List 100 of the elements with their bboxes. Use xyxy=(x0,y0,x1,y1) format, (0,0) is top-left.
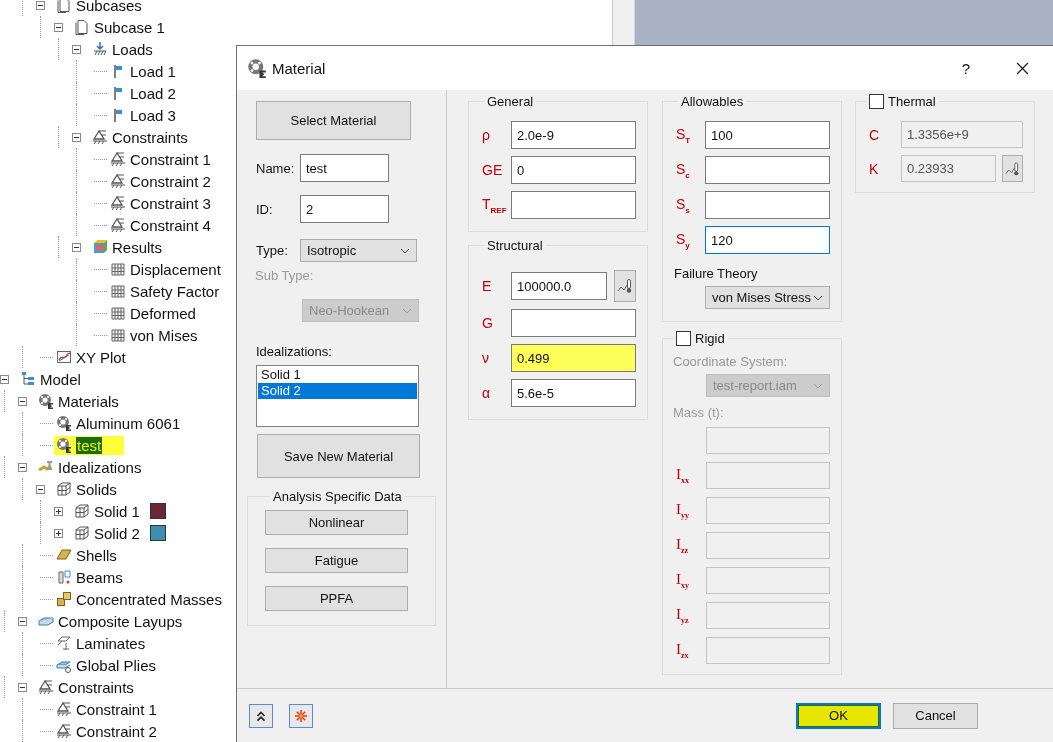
expand-toggle[interactable] xyxy=(72,44,81,54)
input-field[interactable] xyxy=(705,191,830,219)
expand-toggle[interactable] xyxy=(36,0,45,10)
tree-item[interactable]: Constraint 2 xyxy=(108,171,215,191)
temperature-table-button[interactable] xyxy=(1002,155,1023,182)
hierarchy-icon xyxy=(20,371,36,387)
expand-toggle[interactable] xyxy=(54,506,63,516)
caret-icon xyxy=(813,382,823,389)
tree-item[interactable]: Constraint 3 xyxy=(108,193,215,213)
line-chart-icon xyxy=(56,349,72,365)
symbol-label: GE xyxy=(481,162,504,178)
expand-toggle[interactable] xyxy=(36,484,45,494)
tree-item[interactable]: Constraints xyxy=(36,677,138,697)
tree-item[interactable]: Shells xyxy=(54,545,121,565)
tree-item[interactable]: Composite Layups xyxy=(36,611,187,631)
checkbox[interactable] xyxy=(676,331,691,346)
expand-toggle[interactable] xyxy=(18,682,27,692)
close-icon[interactable] xyxy=(1016,61,1029,75)
input-field[interactable]: 0 xyxy=(511,156,636,184)
checkbox-label: Rigid xyxy=(695,331,725,346)
symbol-label: E xyxy=(481,278,493,294)
tree-item[interactable]: Solid 1 xyxy=(72,501,144,521)
tree-item[interactable]: Deformed xyxy=(108,303,200,323)
tree-item[interactable]: Solid 2 xyxy=(72,523,144,543)
save-material-button[interactable]: Save New Material xyxy=(257,434,420,478)
color-cube-icon xyxy=(92,239,108,255)
symbol-label: I$_{zz}$ xyxy=(675,536,690,555)
tree-item[interactable]: test xyxy=(54,435,125,455)
input-field[interactable]: 120 xyxy=(705,226,830,254)
support-icon xyxy=(38,679,54,695)
type-dropdown[interactable]: Isotropic xyxy=(300,239,417,262)
tree-item[interactable]: Laminates xyxy=(54,633,150,653)
tree-item[interactable]: Load 1 xyxy=(108,61,180,81)
sphere-icon xyxy=(247,58,267,78)
tree-item[interactable]: Constraint 2 xyxy=(54,721,161,741)
expand-toggle[interactable] xyxy=(18,462,27,472)
tree-item[interactable]: Results xyxy=(90,237,167,257)
failure-theory-dropdown[interactable]: von Mises Stress xyxy=(705,286,830,309)
expand-toggle[interactable] xyxy=(18,396,27,406)
select-material-button[interactable]: Select Material xyxy=(256,101,411,140)
analysis-button[interactable]: Fatigue xyxy=(265,548,408,573)
dialog-button[interactable]: Cancel xyxy=(893,702,978,729)
tree-item[interactable]: Model xyxy=(18,369,85,389)
input-field[interactable] xyxy=(511,309,636,337)
expand-toggle[interactable] xyxy=(72,132,81,142)
symbol-label: I$_{yz}$ xyxy=(675,606,690,625)
plate-icon xyxy=(56,547,72,563)
expand-toggle[interactable] xyxy=(0,374,9,384)
tree-item[interactable]: Displacement xyxy=(108,259,225,279)
temperature-table-button[interactable] xyxy=(614,270,636,302)
symbol-label: K xyxy=(868,160,880,177)
input-field[interactable]: 2 xyxy=(300,195,389,223)
wireframe-cube-icon xyxy=(74,503,90,519)
analysis-button[interactable]: PPFA xyxy=(265,586,408,611)
input-field[interactable]: 100000.0 xyxy=(511,272,607,300)
tree-item[interactable]: Loads xyxy=(90,39,157,59)
field-label: Idealizations: xyxy=(256,344,332,359)
tree-item[interactable]: XY Plot xyxy=(54,347,130,367)
input-field[interactable] xyxy=(705,156,830,184)
expand-toggle[interactable] xyxy=(72,242,81,252)
tree-item[interactable]: Global Plies xyxy=(54,655,161,675)
expand-toggle[interactable] xyxy=(54,22,63,32)
tree-item[interactable]: Constraints xyxy=(90,127,192,147)
caret-icon xyxy=(402,307,412,314)
collapse-button[interactable] xyxy=(249,703,273,728)
tree-item[interactable]: von Mises xyxy=(108,325,202,345)
expand-toggle[interactable] xyxy=(18,616,27,626)
support-icon xyxy=(110,217,126,233)
tree-item[interactable]: Safety Factor xyxy=(108,281,224,301)
tree-item[interactable]: Load 2 xyxy=(108,83,180,103)
input-field[interactable]: test xyxy=(300,154,389,182)
tree-item[interactable]: Materials xyxy=(36,391,123,411)
list-item[interactable]: Solid 1 xyxy=(258,367,417,383)
tree-item[interactable]: Constraint 4 xyxy=(108,215,215,235)
input-field[interactable]: 5.6e-5 xyxy=(511,379,636,407)
input-field[interactable]: 0.499 xyxy=(511,344,636,372)
tree-item[interactable]: Subcase 1 xyxy=(72,17,169,37)
grid-icon xyxy=(110,283,126,299)
tree-item[interactable]: Constraint 1 xyxy=(108,149,215,169)
input-field[interactable] xyxy=(511,191,636,219)
checkbox[interactable] xyxy=(869,94,884,109)
symbol-label: ν xyxy=(481,350,490,366)
expand-toggle[interactable] xyxy=(54,528,63,538)
list-item[interactable]: Solid 2 xyxy=(258,383,417,399)
tree-item[interactable]: Subcases xyxy=(54,0,146,15)
input-field[interactable]: 100 xyxy=(705,121,830,149)
reset-button[interactable] xyxy=(289,703,313,728)
tree-item[interactable]: Aluminum 6061 xyxy=(54,413,185,433)
tree-item[interactable]: Beams xyxy=(54,567,127,587)
tree-item[interactable]: Idealizations xyxy=(36,457,146,477)
tree-item[interactable]: Solids xyxy=(54,479,121,499)
caret-icon xyxy=(400,247,410,254)
tree-item[interactable]: Load 3 xyxy=(108,105,180,125)
document-icon xyxy=(74,19,90,35)
tree-item[interactable]: Constraint 1 xyxy=(54,699,161,719)
input-field[interactable]: 2.0e-9 xyxy=(511,121,636,149)
analysis-button[interactable]: Nonlinear xyxy=(265,510,408,535)
tree-item[interactable]: Concentrated Masses xyxy=(54,589,226,609)
help-button[interactable]: ? xyxy=(961,59,970,77)
dialog-button[interactable]: OK xyxy=(796,702,881,729)
